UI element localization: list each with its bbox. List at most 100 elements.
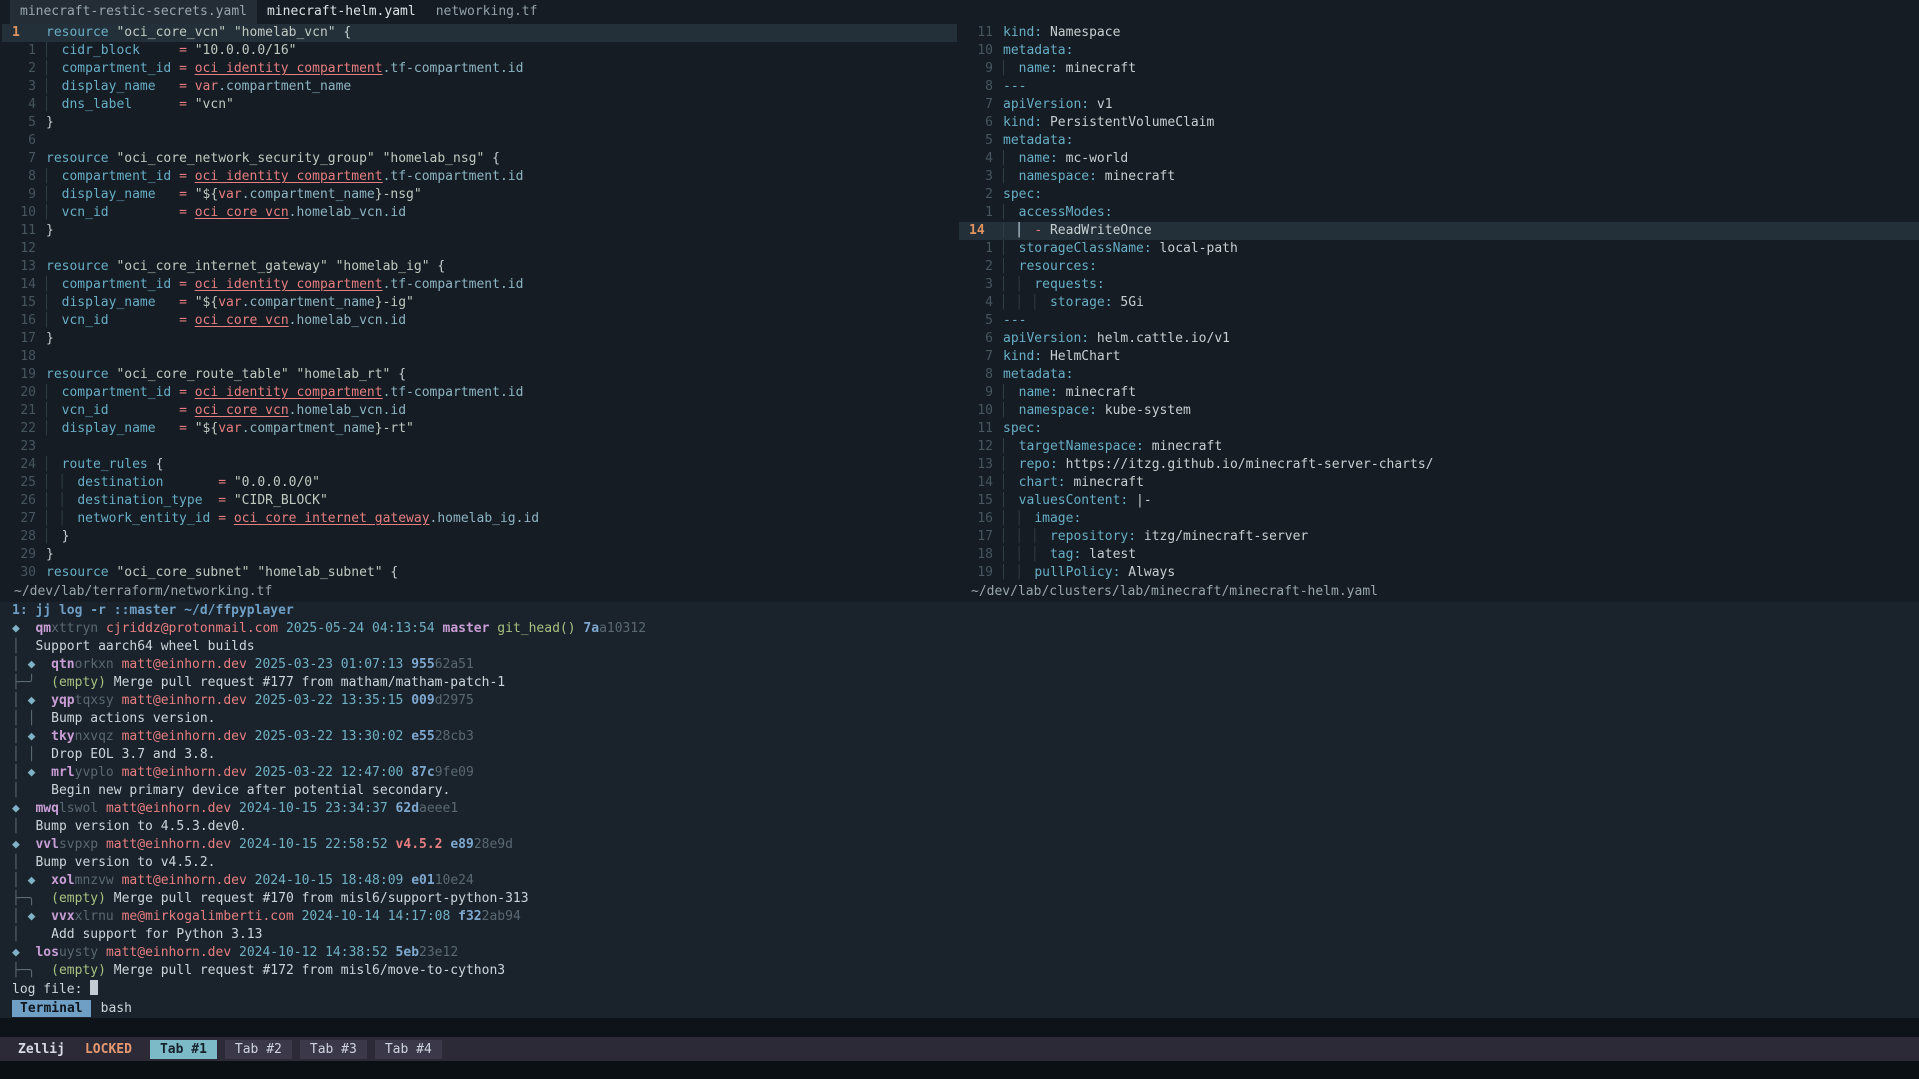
- code-segment: ▏: [1003, 475, 1011, 490]
- code-segment: ▏: [1003, 169, 1011, 184]
- code-segment: 009: [411, 693, 434, 708]
- line-content: ▏ compartment_id = oci_identity_compartm…: [46, 168, 957, 186]
- code-segment: matt@einhorn.dev: [106, 837, 231, 852]
- code-segment: "homelab_vcn": [234, 25, 336, 40]
- code-segment: 2024-10-15 23:34:37: [239, 801, 388, 816]
- terminal-prompt-line[interactable]: log file:: [12, 980, 1919, 998]
- code-segment: =: [218, 493, 226, 508]
- code-segment: 2024-10-15 22:58:52: [239, 837, 388, 852]
- code-segment: ▏: [46, 313, 54, 328]
- line-content: ▏ accessModes:: [1003, 204, 1919, 222]
- code-segment: metadata:: [1003, 43, 1073, 58]
- line-content: }: [46, 222, 957, 240]
- line-number: 26: [2, 492, 36, 510]
- line-content: ▏ vcn_id = oci_core_vcn.homelab_vcn.id: [46, 204, 957, 222]
- code-segment: =: [218, 511, 226, 526]
- buffer-tab-2[interactable]: minecraft-helm.yaml: [257, 0, 426, 24]
- code-minecraft-helm-yaml[interactable]: 11kind: Namespace10metadata:9▏ name: min…: [959, 24, 1919, 582]
- code-segment: {: [148, 457, 164, 472]
- log-line: ◆ qmxttryn cjriddz@protonmail.com 2025-0…: [12, 620, 1919, 638]
- code-line: 10metadata:: [959, 42, 1919, 60]
- code-segment: [231, 801, 239, 816]
- editor-pane-minecraft-helm[interactable]: 11kind: Namespace10metadata:9▏ name: min…: [957, 24, 1919, 602]
- mode-indicator-locked: LOCKED: [75, 1042, 142, 1057]
- code-segment: 2025-05-24 04:13:54: [286, 621, 435, 636]
- line-number: 13: [959, 456, 993, 474]
- code-segment: ▏: [46, 385, 54, 400]
- code-segment: 2025-03-22 13:35:15: [255, 693, 404, 708]
- code-segment: ▏: [1003, 277, 1011, 292]
- code-segment: =: [179, 187, 187, 202]
- line-content: ▏ resources:: [1003, 258, 1919, 276]
- zellij-tab-2[interactable]: Tab #2: [225, 1040, 292, 1059]
- code-segment: vvl: [35, 837, 58, 852]
- line-content: ▏ display_name = "${var.compartment_name…: [46, 186, 957, 204]
- code-segment: Merge pull request #177 from matham/math…: [106, 675, 505, 690]
- buffer-tab-3[interactable]: networking.tf: [426, 0, 548, 24]
- line-number: 1: [2, 42, 36, 60]
- code-segment: resource: [46, 151, 109, 166]
- zellij-tab-1[interactable]: Tab #1: [150, 1040, 217, 1059]
- code-segment: https://itzg.github.io/minecraft-server-…: [1058, 457, 1434, 472]
- line-content: ▏ dns_label = "vcn": [46, 96, 957, 114]
- code-segment: local-path: [1152, 241, 1238, 256]
- log-line: ◆ mwqlswol matt@einhorn.dev 2024-10-15 2…: [12, 800, 1919, 818]
- code-segment: [54, 187, 62, 202]
- code-segment: [226, 25, 234, 40]
- code-segment: 2025-03-22 12:47:00: [255, 765, 404, 780]
- code-segment: ├─╮: [12, 891, 51, 906]
- code-segment: 62d: [396, 801, 419, 816]
- code-segment: [156, 421, 179, 436]
- code-segment: [156, 187, 179, 202]
- editor-pane-networking[interactable]: 1 resource "oci_core_vcn" "homelab_vcn" {…: [0, 24, 957, 602]
- code-line: 20▏ compartment_id = oci_identity_compar…: [2, 384, 957, 402]
- code-line: 7resource "oci_core_network_security_gro…: [2, 150, 957, 168]
- code-segment: minecraft: [1144, 439, 1222, 454]
- code-line: 8---: [959, 78, 1919, 96]
- code-segment: resources:: [1019, 259, 1097, 274]
- code-segment: =: [179, 403, 187, 418]
- code-segment: }: [54, 529, 70, 544]
- line-number: 8: [2, 168, 36, 186]
- code-segment: [35, 693, 51, 708]
- code-segment: ▏: [46, 511, 54, 526]
- code-segment: [1011, 151, 1019, 166]
- code-segment: [54, 277, 62, 292]
- code-segment: [226, 475, 234, 490]
- code-segment: [1011, 403, 1019, 418]
- pane-footer: Terminal bash: [0, 998, 1919, 1018]
- code-segment: display_name: [62, 295, 156, 310]
- line-number: 3: [959, 276, 993, 294]
- code-segment: ◆: [12, 945, 20, 960]
- code-segment: f32: [458, 909, 481, 924]
- code-segment: metadata:: [1003, 133, 1073, 148]
- zellij-tab-4[interactable]: Tab #4: [375, 1040, 442, 1059]
- zellij-tab-3[interactable]: Tab #3: [300, 1040, 367, 1059]
- code-segment: [187, 187, 195, 202]
- line-content: ├─╮ (empty) Merge pull request #170 from…: [12, 890, 1919, 908]
- code-segment: │ │: [12, 747, 51, 762]
- code-segment: ---: [1003, 313, 1026, 328]
- code-line: 9▏ name: minecraft: [959, 384, 1919, 402]
- code-segment: [54, 493, 62, 508]
- code-segment: display_name: [62, 79, 156, 94]
- code-line: 1▏ accessModes:: [959, 204, 1919, 222]
- code-segment: "${: [195, 421, 218, 436]
- terminal-pane[interactable]: 1: jj log -r ::master ~/d/ffpyplayer ◆ q…: [0, 602, 1919, 998]
- buffer-tab-1[interactable]: minecraft-restic-secrets.yaml: [10, 0, 257, 24]
- line-content: resource "oci_core_vcn" "homelab_vcn" {: [46, 24, 957, 42]
- code-segment: spec:: [1003, 187, 1042, 202]
- code-segment: [450, 909, 458, 924]
- code-segment: network_entity_id: [77, 511, 210, 526]
- code-segment: var: [218, 187, 241, 202]
- line-number: 7: [959, 96, 993, 114]
- code-segment: [203, 493, 219, 508]
- code-segment: apiVersion:: [1003, 331, 1089, 346]
- code-networking-tf[interactable]: 1 resource "oci_core_vcn" "homelab_vcn" {…: [2, 24, 957, 582]
- line-content: ◆ mwqlswol matt@einhorn.dev 2024-10-15 2…: [12, 800, 1919, 818]
- code-segment: .homelab_vcn.id: [289, 313, 406, 328]
- line-content: }: [46, 330, 957, 348]
- code-segment: Bump version to 4.5.3.dev0.: [35, 819, 246, 834]
- code-segment: Bump actions version.: [51, 711, 215, 726]
- line-number: 24: [2, 456, 36, 474]
